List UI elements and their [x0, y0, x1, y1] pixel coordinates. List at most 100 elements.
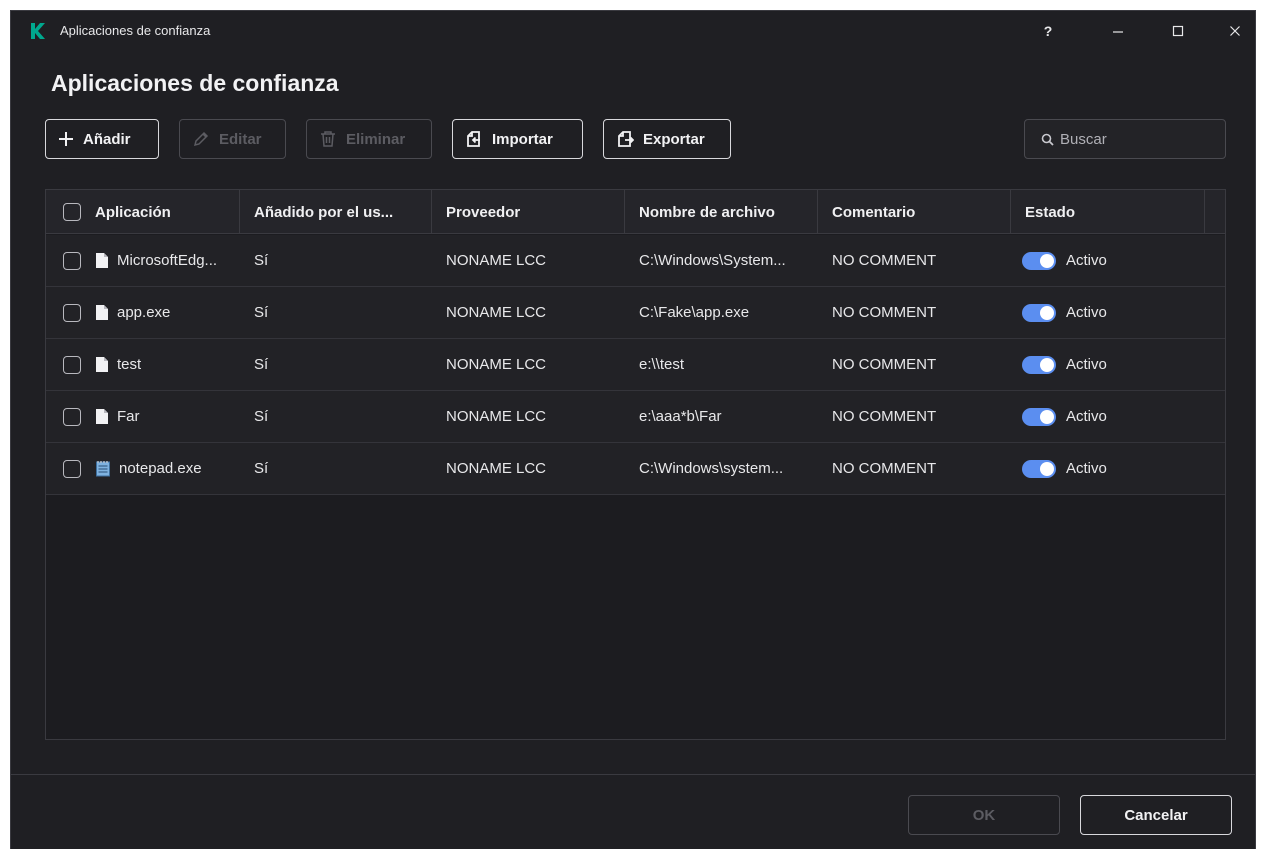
import-icon: [467, 131, 480, 147]
cell-status: Activo: [1011, 235, 1205, 286]
ok-button[interactable]: OK: [908, 795, 1060, 835]
edit-button-label: Editar: [219, 130, 262, 148]
search-icon: [1041, 133, 1054, 146]
row-checkbox[interactable]: [63, 355, 81, 374]
cell-status: Activo: [1011, 391, 1205, 442]
column-header-added-by-user[interactable]: Añadido por el us...: [240, 190, 432, 234]
status-toggle[interactable]: [1022, 355, 1056, 374]
cell-file-name: C:\Windows\System...: [639, 252, 786, 269]
cell-vendor: NONAME LCC: [446, 408, 547, 425]
export-button[interactable]: Exportar: [603, 119, 731, 159]
import-button[interactable]: Importar: [452, 119, 583, 159]
import-button-label: Importar: [492, 130, 553, 148]
minimize-button[interactable]: [1106, 19, 1130, 43]
export-button-label: Exportar: [643, 130, 705, 148]
close-button[interactable]: [1223, 19, 1247, 43]
title-bar: Aplicaciones de confianza ?: [11, 11, 1255, 51]
cell-file-name: C:\Fake\app.exe: [639, 304, 750, 321]
cell-vendor: NONAME LCC: [446, 304, 547, 321]
file-icon: [96, 357, 108, 372]
file-icon: [96, 305, 108, 320]
table-row[interactable]: MicrosoftEdg... Sí NONAME LCC C:\Windows…: [46, 235, 1225, 287]
status-label: Activo: [1066, 460, 1107, 477]
column-header-application[interactable]: Aplicación: [46, 190, 240, 234]
help-button[interactable]: ?: [1036, 19, 1060, 43]
file-icon: [96, 253, 108, 268]
status-label: Activo: [1066, 252, 1107, 269]
cell-comment: NO COMMENT: [832, 304, 937, 321]
cell-comment: NO COMMENT: [832, 460, 937, 477]
column-header-status[interactable]: Estado: [1011, 190, 1205, 234]
cell-application: app.exe: [46, 287, 240, 338]
column-header-comment[interactable]: Comentario: [818, 190, 1011, 234]
status-toggle[interactable]: [1022, 459, 1056, 478]
cell-application: Far: [46, 391, 240, 442]
dialog-window: Aplicaciones de confianza ? Aplicaciones…: [10, 10, 1256, 849]
edit-button[interactable]: Editar: [179, 119, 286, 159]
application-name: test: [117, 356, 142, 373]
cell-application: notepad.exe: [46, 443, 240, 494]
row-checkbox[interactable]: [63, 407, 81, 426]
column-header-spacer: [1205, 190, 1225, 234]
close-icon: [1230, 26, 1240, 36]
column-label-application: Aplicación: [95, 203, 171, 221]
cell-application: test: [46, 339, 240, 390]
cell-status: Activo: [1011, 443, 1205, 494]
cell-status: Activo: [1011, 339, 1205, 390]
kaspersky-logo-icon: [31, 23, 45, 39]
export-icon: [618, 131, 634, 147]
cell-comment: NO COMMENT: [832, 252, 937, 269]
application-name: app.exe: [117, 304, 171, 321]
plus-icon: [59, 132, 73, 146]
maximize-button[interactable]: [1166, 19, 1190, 43]
select-all-checkbox[interactable]: [63, 203, 81, 221]
application-name: MicrosoftEdg...: [117, 252, 218, 269]
trusted-apps-table: Aplicación Añadido por el us... Proveedo…: [45, 189, 1226, 740]
search-box[interactable]: [1024, 119, 1226, 159]
delete-button-label: Eliminar: [346, 130, 406, 148]
table-row[interactable]: Far Sí NONAME LCC e:\aaa*b\Far NO COMMEN…: [46, 391, 1225, 443]
cell-file-name: e:\\test: [639, 356, 685, 373]
cell-file-name: C:\Windows\system...: [639, 460, 784, 477]
search-input[interactable]: [1060, 130, 1220, 148]
minimize-icon: [1113, 31, 1123, 33]
status-toggle[interactable]: [1022, 407, 1056, 426]
add-button-label: Añadir: [83, 130, 131, 148]
cell-comment: NO COMMENT: [832, 408, 937, 425]
column-header-file-name[interactable]: Nombre de archivo: [625, 190, 818, 234]
row-checkbox[interactable]: [63, 251, 81, 270]
trash-icon: [321, 131, 335, 147]
column-header-vendor[interactable]: Proveedor: [432, 190, 625, 234]
cell-added-by-user: Sí: [254, 408, 269, 425]
table-row[interactable]: notepad.exe Sí NONAME LCC C:\Windows\sys…: [46, 443, 1225, 495]
table-row[interactable]: test Sí NONAME LCC e:\\test NO COMMENT A…: [46, 339, 1225, 391]
status-toggle[interactable]: [1022, 251, 1056, 270]
cell-comment: NO COMMENT: [832, 356, 937, 373]
status-label: Activo: [1066, 356, 1107, 373]
cell-added-by-user: Sí: [254, 356, 269, 373]
page-title: Aplicaciones de confianza: [51, 70, 339, 96]
cell-vendor: NONAME LCC: [446, 356, 547, 373]
add-button[interactable]: Añadir: [45, 119, 159, 159]
status-toggle[interactable]: [1022, 303, 1056, 322]
cell-added-by-user: Sí: [254, 460, 269, 477]
application-name: notepad.exe: [119, 460, 202, 477]
row-checkbox[interactable]: [63, 459, 81, 478]
maximize-icon: [1172, 25, 1184, 37]
delete-button[interactable]: Eliminar: [306, 119, 432, 159]
dialog-footer: OK Cancelar: [11, 774, 1255, 849]
application-name: Far: [117, 408, 140, 425]
cancel-button[interactable]: Cancelar: [1080, 795, 1232, 835]
cell-vendor: NONAME LCC: [446, 252, 547, 269]
table-row[interactable]: app.exe Sí NONAME LCC C:\Fake\app.exe NO…: [46, 287, 1225, 339]
status-label: Activo: [1066, 304, 1107, 321]
notepad-icon: [96, 461, 110, 477]
cell-vendor: NONAME LCC: [446, 460, 547, 477]
cell-status: Activo: [1011, 287, 1205, 338]
cell-application: MicrosoftEdg...: [46, 235, 240, 286]
window-title: Aplicaciones de confianza: [60, 23, 211, 38]
status-label: Activo: [1066, 408, 1107, 425]
cell-file-name: e:\aaa*b\Far: [639, 408, 722, 425]
row-checkbox[interactable]: [63, 303, 81, 322]
cell-added-by-user: Sí: [254, 304, 269, 321]
